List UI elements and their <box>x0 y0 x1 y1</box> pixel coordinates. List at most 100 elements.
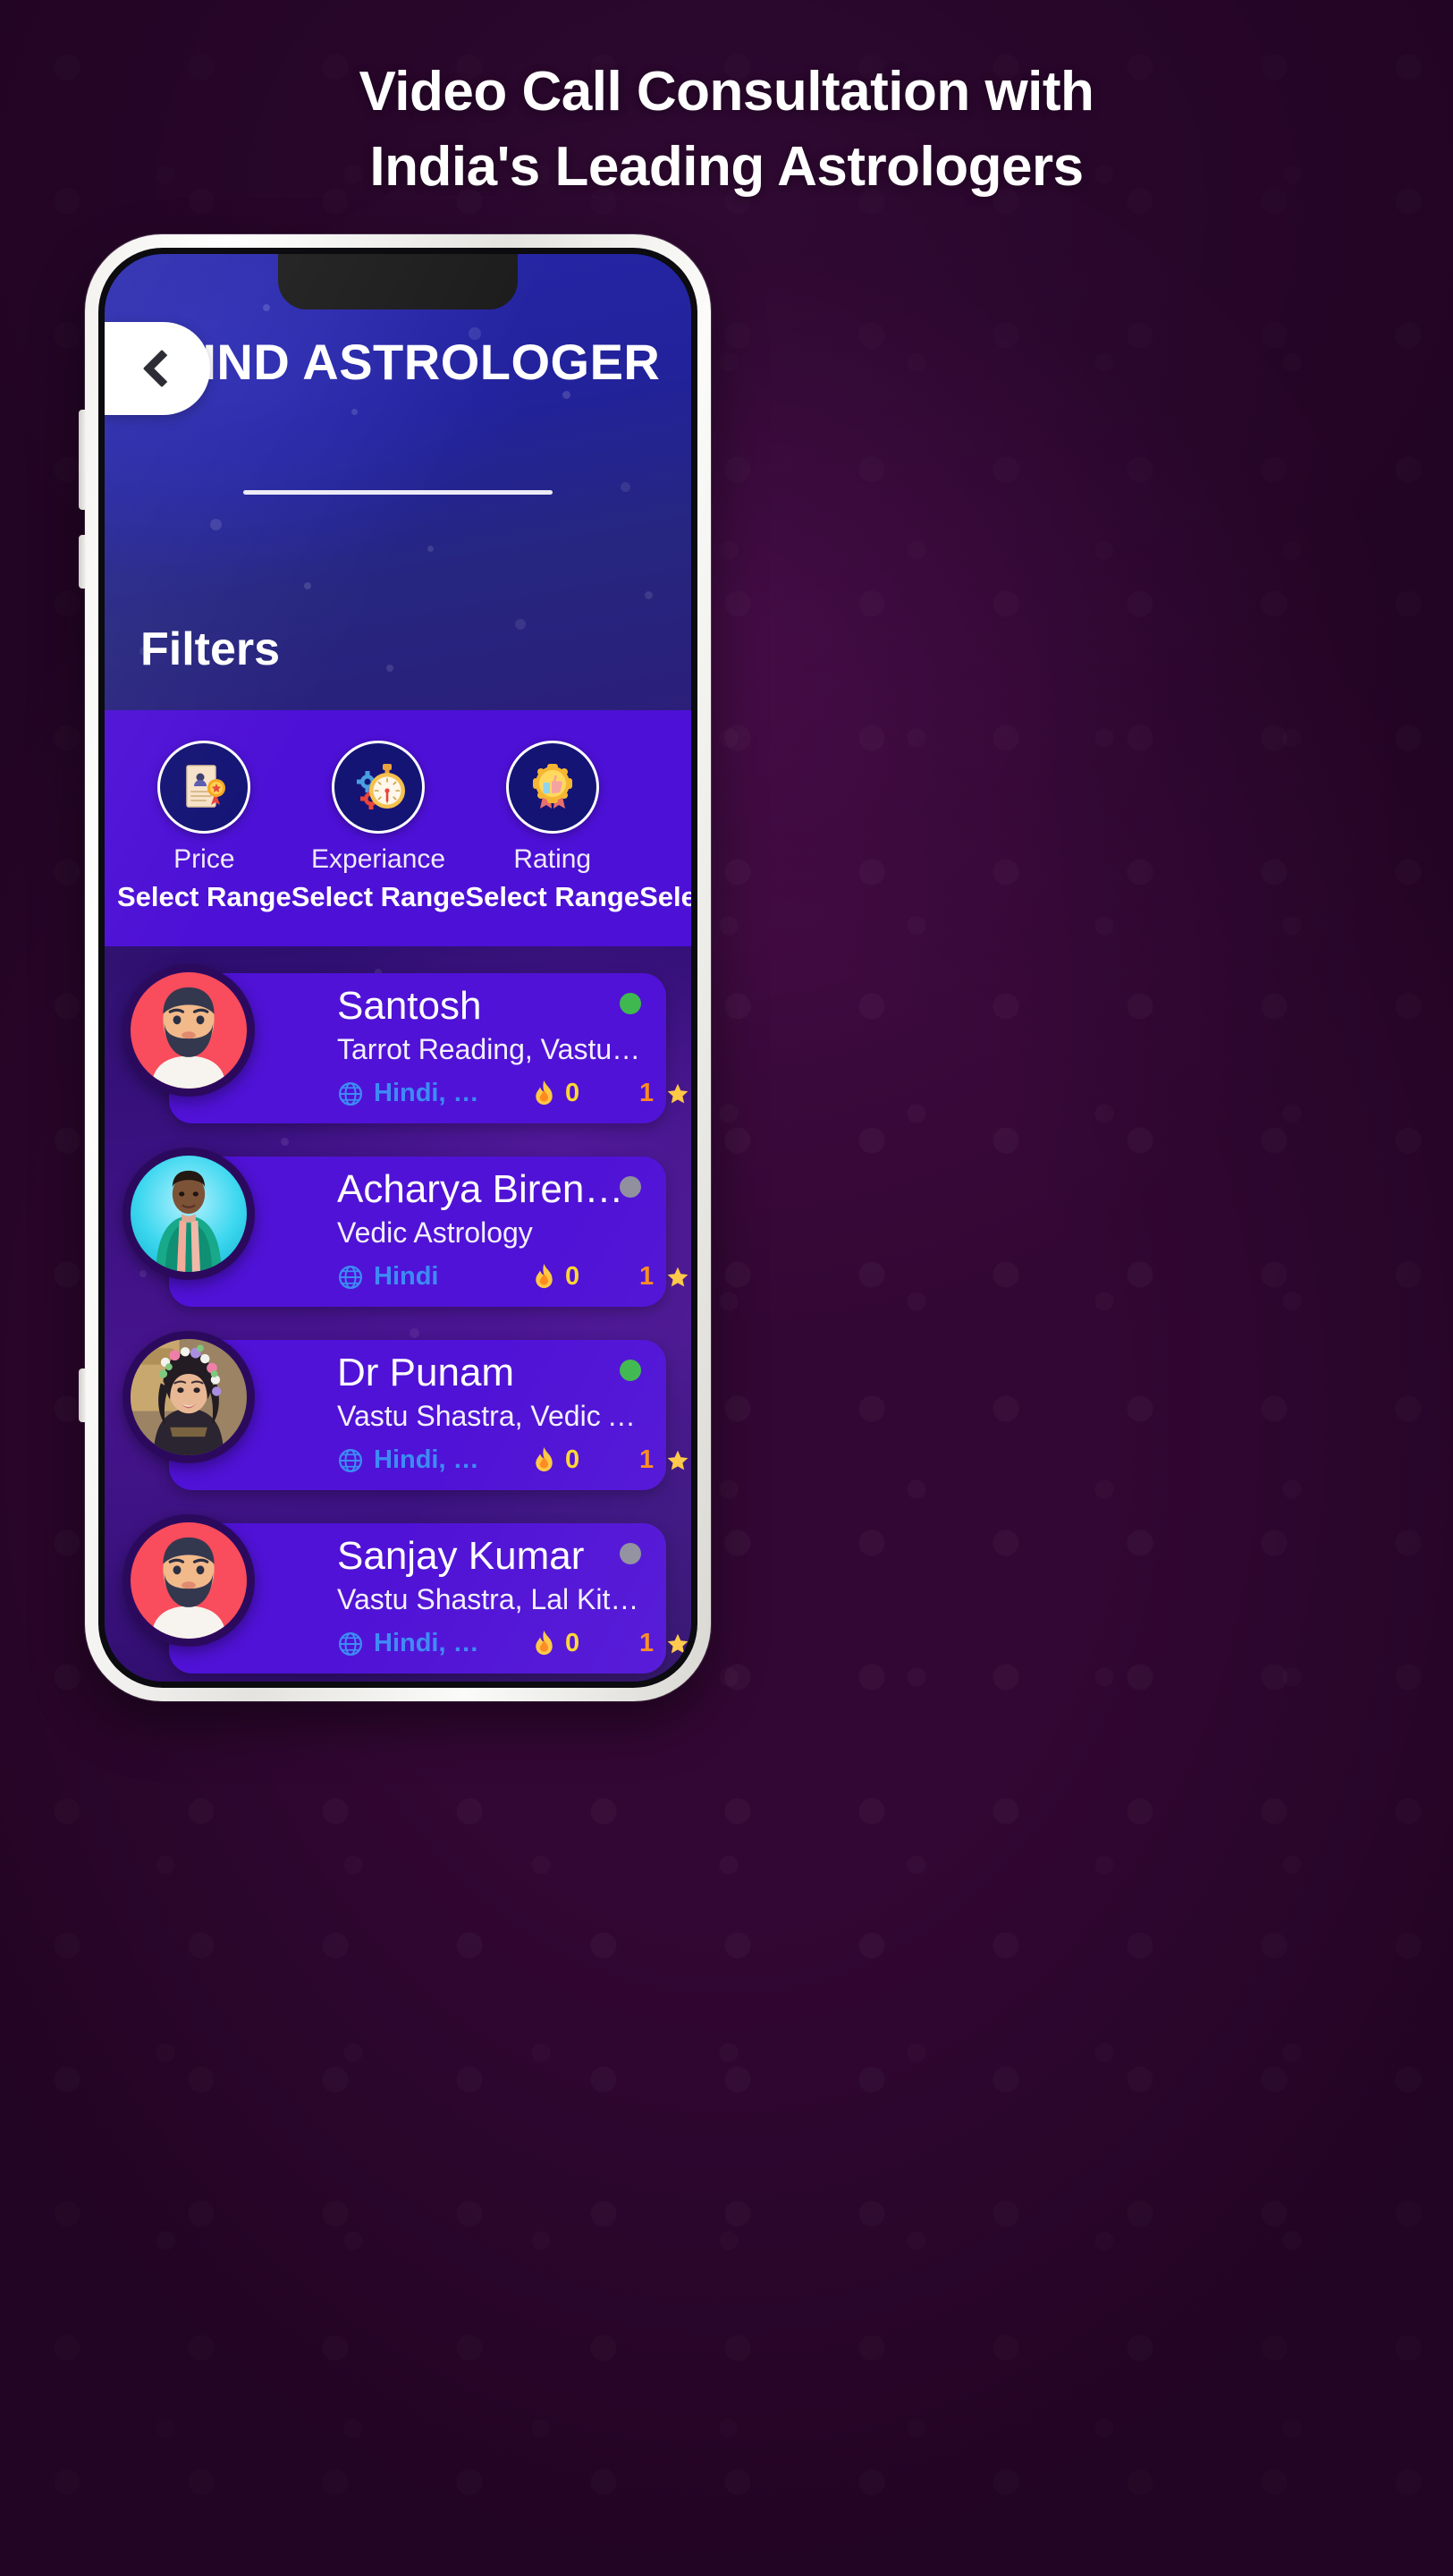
avatar[interactable] <box>122 1514 255 1647</box>
status-badge <box>620 1360 641 1381</box>
filter-experience[interactable]: Experiance Select Range <box>291 741 466 912</box>
phone-bezel: FIND ASTROLOGER Filters Price Select Ran… <box>98 248 697 1688</box>
filter-experience-value: Select Range <box>291 881 466 912</box>
phone-power-button <box>79 1368 86 1422</box>
filters-section-label: Filters <box>140 623 281 675</box>
avatar[interactable] <box>122 1331 255 1463</box>
astrologer-specialties: Vastu Shastra, Vedic Astrolog… <box>337 1401 643 1433</box>
status-badge <box>620 1176 641 1198</box>
rating-stars <box>666 1632 691 1656</box>
rating-value: 1 <box>639 1445 655 1474</box>
stat-languages: Hindi, … <box>337 1445 532 1475</box>
languages-text: Hindi, … <box>374 1629 479 1657</box>
stat-rating: 1 <box>639 1445 691 1475</box>
astrologer-specialties: Tarrot Reading, Vastu Shastra… <box>337 1034 643 1066</box>
filter-language-label: Language <box>690 846 691 873</box>
astrologer-list[interactable]: Santosh Tarrot Reading, Vastu Shastra… <box>105 946 691 1682</box>
star-icon <box>667 1083 688 1103</box>
star-icon <box>667 1450 688 1470</box>
rating-stars <box>666 1266 691 1289</box>
astrologer-specialties: Vastu Shastra, Lal Kitab, Nadi,… <box>337 1584 643 1616</box>
title-divider <box>243 490 553 495</box>
phone-notch <box>278 254 518 309</box>
stat-languages: Hindi <box>337 1262 532 1292</box>
astrologer-stats: Hindi, … 0 1 <box>337 1079 691 1108</box>
star-icon <box>667 1267 688 1286</box>
globe-icon <box>339 1631 362 1656</box>
flame-icon <box>536 1263 553 1288</box>
back-button[interactable] <box>105 322 210 415</box>
filter-price-label: Price <box>173 844 235 874</box>
promo-headline: Video Call Consultation with India's Lea… <box>0 64 1453 195</box>
astrologer-name: Sanjay Kumar <box>337 1536 585 1578</box>
stat-rating: 1 <box>639 1262 691 1292</box>
astrologer-specialties: Vedic Astrology <box>337 1217 533 1250</box>
filter-bar: Price Select Range Experiance Select Ran… <box>105 710 691 946</box>
certificate-icon <box>157 741 251 834</box>
stat-orders: 0 <box>532 1262 639 1292</box>
stat-rating: 1 <box>639 1079 691 1108</box>
avatar[interactable] <box>122 1148 255 1280</box>
avatar[interactable] <box>122 964 255 1097</box>
flame-icon <box>536 1630 553 1655</box>
medal-icon <box>505 741 599 834</box>
phone-volume-up-button <box>79 535 86 589</box>
filter-rating-label: Rating <box>513 844 592 874</box>
languages-text: Hindi, … <box>374 1079 479 1107</box>
filter-rating[interactable]: Rating Select Range <box>465 741 639 911</box>
languages-text: Hindi, … <box>374 1445 479 1474</box>
rating-value: 1 <box>639 1629 655 1657</box>
astrologer-name: Dr Punam <box>337 1352 515 1394</box>
globe-icon <box>339 1448 362 1472</box>
promo-headline-line2: India's Leading Astrologers <box>369 136 1084 198</box>
filter-price-value: Select Range <box>117 881 291 912</box>
flame-icon <box>536 1080 553 1105</box>
filter-rating-value: Select Range <box>465 881 640 912</box>
chevron-left-icon <box>142 349 182 388</box>
astrologer-stats: Hindi 0 1 <box>337 1262 691 1292</box>
globe-icon <box>339 1081 362 1106</box>
stat-rating: 1 <box>639 1629 691 1658</box>
astrologer-stats: Hindi, … 0 1 <box>337 1629 691 1658</box>
astrologer-name: Acharya Birendra … <box>337 1169 643 1211</box>
avatar-bearded-man-red <box>131 972 247 1089</box>
orders-count: 0 <box>565 1629 580 1657</box>
languages-text: Hindi <box>374 1262 439 1291</box>
flame-icon <box>536 1446 553 1471</box>
stat-languages: Hindi, … <box>337 1079 532 1108</box>
star-icon <box>667 1633 688 1653</box>
phone-mockup: FIND ASTROLOGER Filters Price Select Ran… <box>79 234 711 1701</box>
stopwatch-icon <box>332 741 426 834</box>
rating-value: 1 <box>639 1262 655 1291</box>
orders-count: 0 <box>565 1262 580 1291</box>
rating-stars <box>666 1449 691 1472</box>
stat-orders: 0 <box>532 1079 639 1108</box>
rating-value: 1 <box>639 1079 655 1107</box>
list-item[interactable]: Santosh Tarrot Reading, Vastu Shastra… <box>105 964 691 1132</box>
list-item[interactable]: Sanjay Kumar Vastu Shastra, Lal Kitab, N… <box>105 1514 691 1682</box>
stat-languages: Hindi, … <box>337 1629 532 1658</box>
orders-count: 0 <box>565 1445 580 1474</box>
list-item[interactable]: Acharya Birendra … Vedic Astrology <box>105 1148 691 1316</box>
filter-language-value: Select Language <box>639 881 691 912</box>
phone-silent-switch <box>79 410 86 510</box>
status-badge <box>620 1543 641 1564</box>
avatar-bearded-man-red <box>131 1522 247 1639</box>
promo-headline-line1: Video Call Consultation with <box>359 61 1094 123</box>
list-item[interactable]: Dr Punam Vastu Shastra, Vedic Astrolog… <box>105 1331 691 1499</box>
app-header: FIND ASTROLOGER Filters <box>105 254 691 710</box>
astrologer-name: Santosh <box>337 986 482 1028</box>
status-badge <box>620 993 641 1014</box>
filter-experience-label: Experiance <box>311 844 446 874</box>
globe-icon <box>339 1265 362 1289</box>
avatar-woman-floral-crown <box>131 1339 247 1455</box>
astrologer-stats: Hindi, … 0 1 <box>337 1445 691 1475</box>
filter-language[interactable]: ? Language Select Language <box>639 741 691 911</box>
filter-price[interactable]: Price Select Range <box>117 741 291 911</box>
rating-stars <box>666 1082 691 1106</box>
stat-orders: 0 <box>532 1629 639 1658</box>
app-screen: FIND ASTROLOGER Filters Price Select Ran… <box>105 254 691 1682</box>
avatar-man-green-kurta-cyan <box>131 1156 247 1272</box>
stat-orders: 0 <box>532 1445 639 1475</box>
orders-count: 0 <box>565 1079 580 1107</box>
